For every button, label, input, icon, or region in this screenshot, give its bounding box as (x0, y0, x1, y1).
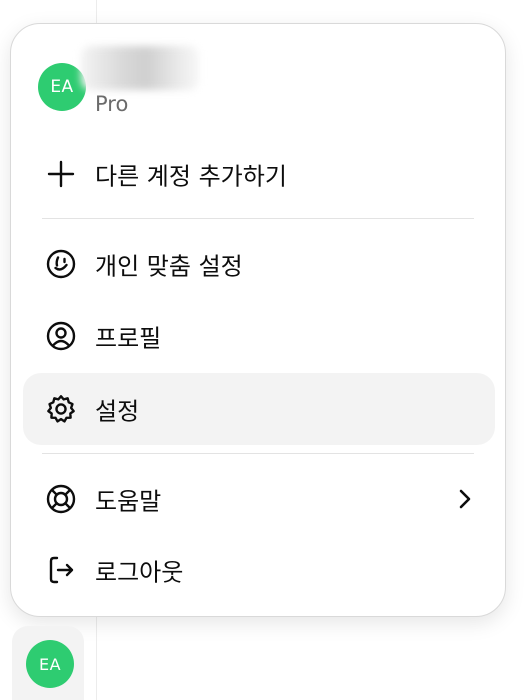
menu-item-logout[interactable]: 로그아웃 (23, 534, 495, 606)
account-menu: EA Pro 다른 계정 추가하기 개인 맞춤 설정 프로필 설정 도움말 로그… (10, 23, 506, 617)
menu-item-profile[interactable]: 프로필 (23, 300, 495, 372)
menu-item-personalize[interactable]: 개인 맞춤 설정 (23, 228, 495, 300)
lifebuoy-icon (45, 483, 77, 515)
divider (42, 218, 474, 219)
divider (42, 453, 474, 454)
account-name-redacted (81, 46, 199, 90)
logout-icon (45, 554, 77, 586)
menu-item-label: 로그아웃 (95, 558, 184, 587)
account-header[interactable]: EA Pro (11, 24, 505, 124)
sidebar-profile-button[interactable]: EA (12, 626, 84, 700)
chevron-right-icon (453, 487, 477, 511)
sidebar-avatar-initials: EA (38, 654, 62, 674)
account-avatar-initials: EA (50, 77, 74, 97)
gear-icon (45, 393, 77, 425)
page: EA Pro 다른 계정 추가하기 개인 맞춤 설정 프로필 설정 도움말 로그… (0, 0, 528, 700)
profile-icon (45, 320, 77, 352)
menu-item-add-account[interactable]: 다른 계정 추가하기 (23, 138, 495, 210)
plus-icon (45, 158, 77, 190)
menu-item-label: 개인 맞춤 설정 (95, 252, 243, 281)
menu-item-label: 설정 (95, 397, 140, 426)
sidebar-avatar: EA (26, 640, 74, 688)
account-avatar: EA (38, 63, 86, 111)
account-plan: Pro (95, 92, 129, 116)
personalize-icon (45, 248, 77, 280)
menu-item-help[interactable]: 도움말 (23, 463, 495, 535)
menu-item-label: 다른 계정 추가하기 (95, 162, 287, 191)
menu-item-label: 프로필 (95, 324, 162, 353)
menu-item-label: 도움말 (95, 487, 162, 516)
menu-item-settings[interactable]: 설정 (23, 373, 495, 445)
